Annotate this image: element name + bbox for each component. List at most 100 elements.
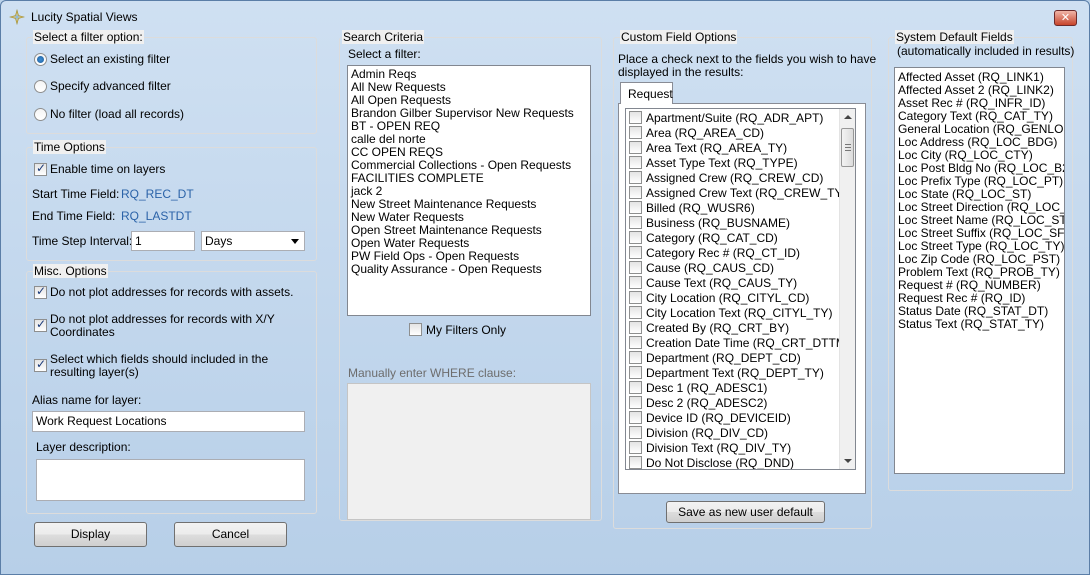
tab-request[interactable]: Request <box>620 82 673 104</box>
custom-field-checkbox[interactable] <box>629 396 642 409</box>
custom-field-checkbox[interactable] <box>629 291 642 304</box>
custom-field-checkbox[interactable] <box>629 126 642 139</box>
time-unit-select[interactable]: Days <box>201 231 305 251</box>
custom-field-label[interactable]: Assigned Crew (RQ_CREW_CD) <box>646 171 823 185</box>
cancel-button[interactable]: Cancel <box>174 522 287 547</box>
where-clause-input[interactable] <box>347 383 591 520</box>
filter-option-title: Select a filter option: <box>33 30 144 44</box>
custom-field-checkbox[interactable] <box>629 231 642 244</box>
custom-field-label[interactable]: City Location Text (RQ_CITYL_TY) <box>646 306 833 320</box>
custom-field-checkbox[interactable] <box>629 201 642 214</box>
time-step-input[interactable]: 1 <box>131 231 195 251</box>
custom-field-label[interactable]: Device ID (RQ_DEVICEID) <box>646 411 791 425</box>
system-default-listbox[interactable]: Affected Asset (RQ_LINK1) Affected Asset … <box>894 67 1065 474</box>
radio-existing-filter[interactable] <box>34 53 47 66</box>
filter-list-item[interactable]: FACILITIES COMPLETE <box>348 172 590 185</box>
scroll-thumb[interactable] <box>841 128 854 167</box>
chevron-down-icon <box>291 239 299 244</box>
custom-field-label[interactable]: Created By (RQ_CRT_BY) <box>646 321 789 335</box>
custom-field-checkbox[interactable] <box>629 141 642 154</box>
layer-description-input[interactable] <box>36 459 305 501</box>
custom-field-label[interactable]: Area (RQ_AREA_CD) <box>646 126 764 140</box>
no-plot-xy-label-line2[interactable]: Coordinates <box>50 325 115 339</box>
custom-field-label[interactable]: Department (RQ_DEPT_CD) <box>646 351 801 365</box>
my-filters-checkbox[interactable] <box>409 323 422 336</box>
custom-field-label[interactable]: Desc 2 (RQ_ADESC2) <box>646 396 767 410</box>
filter-listbox[interactable]: Admin Reqs All New Requests All Open Reque… <box>347 65 591 316</box>
grip-line-icon <box>845 144 851 145</box>
custom-field-label[interactable]: Billed (RQ_WUSR6) <box>646 201 755 215</box>
end-time-value[interactable]: RQ_LASTDT <box>121 209 192 223</box>
radio-advanced-filter-label[interactable]: Specify advanced filter <box>50 79 171 93</box>
radio-no-filter-label[interactable]: No filter (load all records) <box>50 107 184 121</box>
radio-existing-filter-label[interactable]: Select an existing filter <box>50 52 170 66</box>
custom-field-label[interactable]: Cause Text (RQ_CAUS_TY) <box>646 276 797 290</box>
grip-line-icon <box>845 147 851 148</box>
custom-field-checkbox[interactable] <box>629 366 642 379</box>
custom-field-scrollbar[interactable] <box>839 109 855 469</box>
alias-input[interactable]: Work Request Locations <box>32 411 305 432</box>
close-button[interactable]: ✕ <box>1054 10 1077 26</box>
alias-label: Alias name for layer: <box>32 393 142 407</box>
custom-field-checkbox[interactable] <box>629 306 642 319</box>
custom-field-checkbox[interactable] <box>629 321 642 334</box>
custom-field-options-title: Custom Field Options <box>620 30 738 44</box>
no-plot-assets-label[interactable]: Do not plot addresses for records with a… <box>50 285 293 299</box>
select-fields-checkbox[interactable] <box>34 357 47 372</box>
custom-field-checkbox[interactable] <box>629 441 642 454</box>
custom-field-checkbox[interactable] <box>629 156 642 169</box>
custom-field-checkbox[interactable] <box>629 456 642 469</box>
custom-field-label[interactable]: Division (RQ_DIV_CD) <box>646 426 768 440</box>
no-plot-assets-checkbox[interactable] <box>34 284 47 299</box>
custom-field-checkbox[interactable] <box>629 171 642 184</box>
select-fields-label-line1[interactable]: Select which fields should included in t… <box>50 352 268 366</box>
custom-field-checkbox[interactable] <box>629 246 642 259</box>
custom-field-label[interactable]: Category Rec # (RQ_CT_ID) <box>646 246 800 260</box>
custom-field-label[interactable]: Business (RQ_BUSNAME) <box>646 216 790 230</box>
custom-field-checkbox[interactable] <box>629 411 642 424</box>
title-bar[interactable]: Lucity Spatial Views ✕ <box>1 1 1089 31</box>
custom-field-checkbox[interactable] <box>629 426 642 439</box>
custom-field-checkbox[interactable] <box>629 336 642 349</box>
scroll-down-icon[interactable] <box>844 459 852 463</box>
custom-field-label[interactable]: City Location (RQ_CITYL_CD) <box>646 291 809 305</box>
enable-time-label[interactable]: Enable time on layers <box>50 162 165 176</box>
custom-field-list[interactable]: Apartment/Suite (RQ_ADR_APT) Area (RQ_ARE… <box>625 108 856 470</box>
no-plot-xy-checkbox[interactable] <box>34 317 47 332</box>
custom-field-checkbox[interactable] <box>629 186 642 199</box>
grip-line-icon <box>845 150 851 151</box>
custom-field-label[interactable]: Asset Type Text (RQ_TYPE) <box>646 156 798 170</box>
window-title: Lucity Spatial Views <box>31 10 138 24</box>
custom-field-label[interactable]: Category (RQ_CAT_CD) <box>646 231 778 245</box>
custom-fields-instructions-line1: Place a check next to the fields you wis… <box>618 52 877 66</box>
custom-field-label[interactable]: Apartment/Suite (RQ_ADR_APT) <box>646 111 823 125</box>
misc-options-title: Misc. Options <box>33 264 108 278</box>
custom-field-label[interactable]: Division Text (RQ_DIV_TY) <box>646 441 791 455</box>
start-time-value[interactable]: RQ_REC_DT <box>121 187 194 201</box>
enable-time-checkbox[interactable] <box>34 161 47 176</box>
display-button[interactable]: Display <box>34 522 147 547</box>
dialog-window: Lucity Spatial Views ✕ Select a filter o… <box>0 0 1090 575</box>
custom-field-label[interactable]: Desc 1 (RQ_ADESC1) <box>646 381 767 395</box>
custom-field-checkbox[interactable] <box>629 261 642 274</box>
filter-list-item[interactable]: Quality Assurance - Open Requests <box>348 263 590 276</box>
custom-field-checkbox[interactable] <box>629 216 642 229</box>
select-fields-label-line2[interactable]: resulting layer(s) <box>50 365 139 379</box>
custom-field-label[interactable]: Department Text (RQ_DEPT_TY) <box>646 366 824 380</box>
custom-field-label[interactable]: Creation Date Time (RQ_CRT_DTTM) <box>646 336 850 350</box>
custom-field-label[interactable]: Assigned Crew Text (RQ_CREW_TY) <box>646 186 847 200</box>
time-unit-value: Days <box>205 234 233 248</box>
save-user-default-button[interactable]: Save as new user default <box>666 501 825 523</box>
custom-field-checkbox[interactable] <box>629 381 642 394</box>
radio-advanced-filter[interactable] <box>34 80 47 93</box>
custom-field-label[interactable]: Cause (RQ_CAUS_CD) <box>646 261 774 275</box>
no-plot-xy-label-line1[interactable]: Do not plot addresses for records with X… <box>50 312 275 326</box>
custom-field-checkbox[interactable] <box>629 351 642 364</box>
custom-field-checkbox[interactable] <box>629 111 642 124</box>
radio-no-filter[interactable] <box>34 108 47 121</box>
my-filters-label[interactable]: My Filters Only <box>426 323 506 337</box>
custom-field-label[interactable]: Do Not Disclose (RQ_DND) <box>646 456 794 469</box>
scroll-up-icon[interactable] <box>844 115 852 119</box>
custom-field-checkbox[interactable] <box>629 276 642 289</box>
custom-field-label[interactable]: Area Text (RQ_AREA_TY) <box>646 141 787 155</box>
